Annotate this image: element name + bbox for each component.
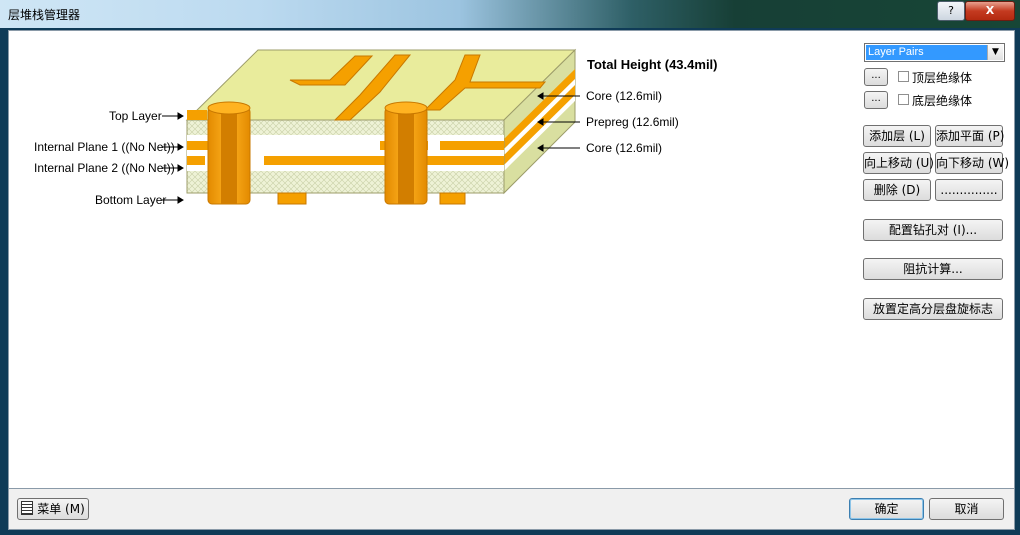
ok-button[interactable]: 确定 [849, 498, 924, 520]
bottom-dielectric-checkbox[interactable] [898, 94, 909, 105]
menu-icon [21, 501, 34, 515]
add-plane-button[interactable]: 添加平面 (P) [935, 125, 1004, 147]
impedance-calc-button[interactable]: 阻抗计算... [863, 258, 1003, 280]
top-dielectric-checkbox[interactable] [898, 71, 909, 82]
top-dielectric-label: 顶层绝缘体 [912, 71, 973, 85]
layer-stack-manager-window: 层堆栈管理器 ? X Top Layer Internal Plane 1 ((… [0, 0, 1020, 535]
chevron-down-icon[interactable]: ▼ [987, 45, 1003, 60]
plane-clearance-1 [250, 141, 380, 150]
plane-clearance-2 [428, 141, 440, 150]
total-height: Total Height (43.4mil) [587, 57, 718, 72]
bottom-pad-1 [277, 192, 307, 205]
menu-button-label: 菜单 (M) [37, 502, 85, 516]
bottom-dielectric-settings-button[interactable]: ... [864, 91, 888, 109]
add-layer-button[interactable]: 添加层 (L) [863, 125, 931, 147]
bottom-dielectric-label: 底层绝缘体 [912, 94, 973, 108]
top-dielectric-settings-button[interactable]: ... [864, 68, 888, 86]
label-prepreg: Prepreg (12.6mil) [586, 115, 679, 129]
move-down-button[interactable]: 向下移动 (W) [935, 152, 1009, 174]
dropdown-value: Layer Pairs [866, 45, 987, 60]
label-core-2: Core (12.6mil) [586, 141, 663, 155]
top-pad-left [187, 110, 207, 120]
configure-drill-pairs-button[interactable]: 配置钻孔对 (I)... [863, 219, 1003, 241]
label-core-1: Core (12.6mil) [586, 89, 663, 103]
plane-clearance-3 [250, 156, 264, 165]
label-internal-plane-2: Internal Plane 2 ((No Net)) [34, 161, 175, 175]
via-2-hole [398, 108, 414, 204]
properties-button[interactable]: ............... [935, 179, 1003, 201]
layer-pairs-dropdown[interactable]: Layer Pairs ▼ [864, 43, 1005, 62]
menu-button[interactable]: 菜单 (M) [17, 498, 89, 520]
via-2-cap [384, 101, 428, 115]
via-1-cap [207, 101, 251, 115]
move-up-button[interactable]: 向上移动 (U) [863, 152, 934, 174]
cancel-button[interactable]: 取消 [929, 498, 1004, 520]
delete-button[interactable]: 删除 (D) [863, 179, 931, 201]
label-top-layer: Top Layer [109, 109, 162, 123]
via-1-hole [221, 108, 237, 204]
label-bottom-layer: Bottom Layer [95, 193, 167, 207]
place-legend-button[interactable]: 放置定高分层盘旋标志 [863, 298, 1003, 320]
bottom-pad-2 [439, 192, 466, 205]
label-internal-plane-1: Internal Plane 1 ((No Net)) [34, 140, 175, 154]
